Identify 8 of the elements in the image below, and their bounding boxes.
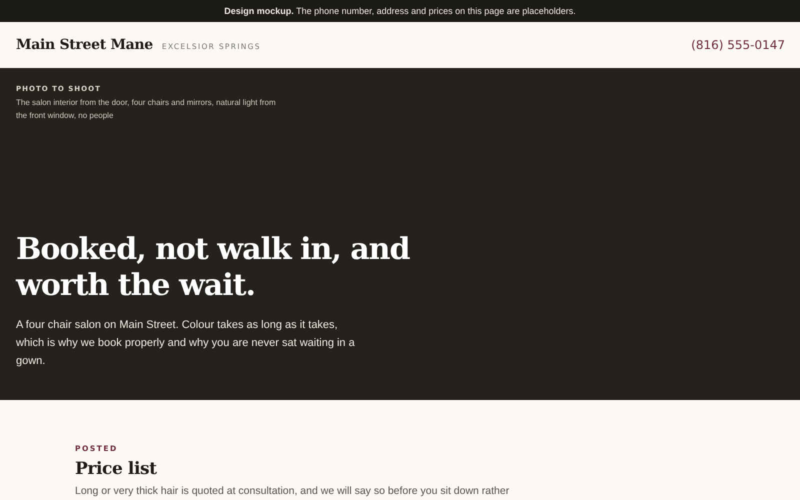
photo-note: The salon interior from the door, four chairs and mirrors, natural light from the front window, no people [16, 97, 276, 122]
phone-link[interactable]: (816) 555-0147 [691, 38, 785, 52]
brand-name: Main Street Mane [16, 37, 153, 53]
notice-text: Design mockup. The phone number, address and prices on this page are placeholders. [224, 6, 576, 16]
hero-headline: Booked, not walk in, and worth the wait. [16, 232, 411, 304]
hero-intro: A four chair salon on Main Street. Colour takes as long as it takes, which is why we book properly and why you are never sat waiting in a gown. [16, 318, 356, 369]
section-text: Long or very thick hair is quoted at consultation, and we will say so before you sit down rather [75, 485, 510, 497]
section-title: Price list [75, 459, 158, 479]
